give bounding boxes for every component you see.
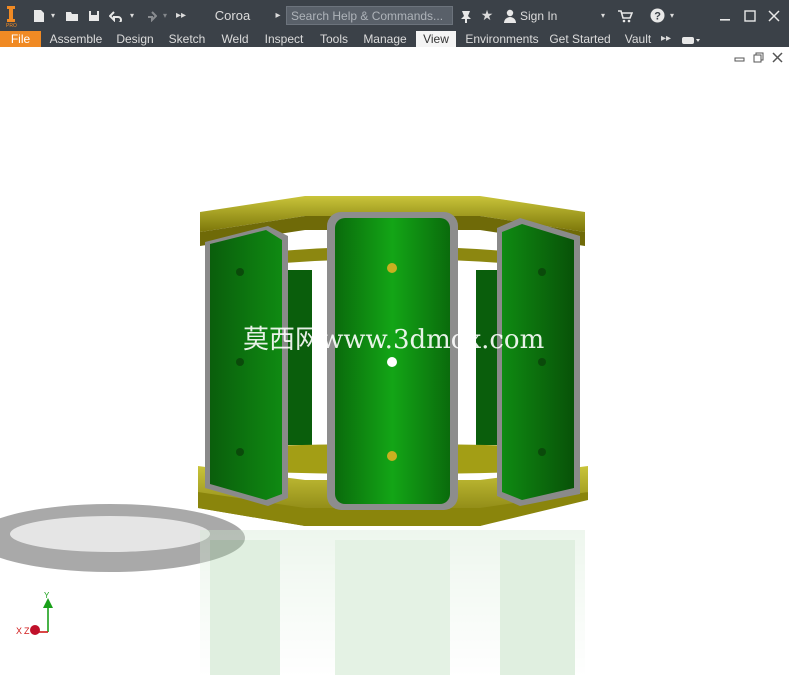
ribbon-tab-bar: File Assemble Design Sketch Weld Inspect… <box>0 31 789 47</box>
viewport-restore-icon[interactable] <box>753 52 764 66</box>
axis-y-label: Y <box>44 591 50 600</box>
axis-x-label: X <box>16 626 22 636</box>
tab-view[interactable]: View <box>416 31 456 47</box>
svg-text:PRO: PRO <box>6 23 17 28</box>
tab-tools[interactable]: Tools <box>314 31 354 47</box>
panel-center <box>327 212 458 510</box>
sign-in-dropdown-chevron-icon[interactable]: ▾ <box>598 0 608 31</box>
panel-left <box>205 226 288 506</box>
svg-text:?: ? <box>654 11 661 23</box>
redo-dropdown-chevron-icon[interactable]: ▾ <box>160 0 170 31</box>
open-folder-icon[interactable] <box>62 0 82 31</box>
new-file-icon[interactable] <box>28 0 50 31</box>
tab-sketch[interactable]: Sketch <box>166 31 208 47</box>
tab-vault[interactable]: Vault <box>620 31 656 47</box>
tab-inspect[interactable]: Inspect <box>261 31 307 47</box>
search-input[interactable]: Search Help & Commands... <box>286 6 453 25</box>
overflow-arrows-icon[interactable]: ▸▸ <box>174 0 188 31</box>
minimize-icon[interactable] <box>713 0 737 31</box>
tab-assemble[interactable]: Assemble <box>47 31 105 47</box>
star-icon[interactable]: ★ <box>478 0 496 31</box>
tab-get-started[interactable]: Get Started <box>548 31 612 47</box>
viewport-close-icon[interactable] <box>772 52 783 66</box>
cart-icon[interactable] <box>615 0 635 31</box>
tab-design[interactable]: Design <box>113 31 157 47</box>
undo-icon[interactable] <box>107 0 125 31</box>
view-triad: Y X Z <box>16 591 53 636</box>
help-dropdown-chevron-icon[interactable]: ▾ <box>667 0 677 31</box>
tab-file[interactable]: File <box>0 31 41 47</box>
user-icon[interactable] <box>501 0 519 31</box>
tab-weld[interactable]: Weld <box>217 31 253 47</box>
tab-environments[interactable]: Environments <box>462 31 542 47</box>
help-icon[interactable]: ? <box>648 0 666 31</box>
title-bar: PRO ▾ ▾ ▾ ▸▸ Coroa ▸ Search Help & Comma… <box>0 0 789 31</box>
sign-in-link[interactable]: Sign In <box>520 0 560 31</box>
floor-reflection <box>200 530 585 675</box>
pin-icon[interactable] <box>457 0 475 31</box>
undo-dropdown-chevron-icon[interactable]: ▾ <box>127 0 137 31</box>
document-name: Coroa <box>214 8 251 23</box>
viewport-minimize-icon[interactable] <box>734 52 745 66</box>
graphics-viewport[interactable]: Y X Z 莫西网www.3dmox.com <box>0 47 789 679</box>
more-tabs-arrows-icon[interactable]: ▸▸ <box>658 31 674 47</box>
ribbon-display-toggle-icon[interactable] <box>678 31 704 47</box>
new-dropdown-chevron-icon[interactable]: ▾ <box>48 0 58 31</box>
watermark-text: 莫西网www.3dmox.com <box>243 325 544 355</box>
redo-icon[interactable] <box>141 0 159 31</box>
axis-z-label: Z <box>24 626 30 636</box>
close-icon[interactable] <box>762 0 786 31</box>
app-logo-icon[interactable]: PRO <box>2 0 20 31</box>
expand-search-icon[interactable]: ▸ <box>272 0 284 31</box>
maximize-icon[interactable] <box>738 0 762 31</box>
panel-right <box>497 218 580 506</box>
tab-manage[interactable]: Manage <box>361 31 409 47</box>
save-icon[interactable] <box>84 0 104 31</box>
